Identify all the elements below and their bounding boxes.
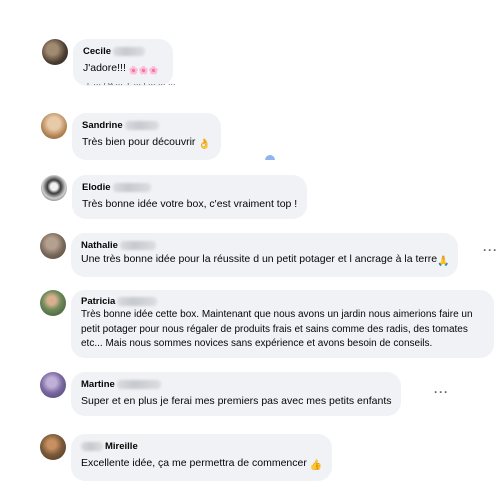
- redacted-name: [124, 121, 159, 130]
- comment-text: Super et en plus je ferai mes premiers p…: [81, 395, 392, 407]
- avatar[interactable]: [40, 233, 66, 259]
- comment-item: Cecile J'adore!!! 🌸🌸🌸: [42, 39, 173, 86]
- comment-bubble: Sandrine Très bien pour découvrir 👌: [72, 113, 221, 160]
- comment-text: Très bien pour découvrir 👌: [82, 135, 211, 153]
- comment-bubble: Martine Super et en plus je ferai mes pr…: [71, 372, 402, 416]
- redacted-name: [113, 47, 145, 56]
- commenter-name[interactable]: Sandrine: [82, 120, 123, 131]
- comment-text: Excellente idée, ça me permettra de comm…: [81, 456, 322, 474]
- comment-item: Sandrine Très bien pour découvrir 👌: [41, 113, 221, 160]
- comment-text: Très bonne idée votre box, c'est vraimen…: [82, 198, 298, 210]
- commenter-name[interactable]: Martine: [81, 379, 115, 390]
- comment-item: Mireille Excellente idée, ça me permettr…: [40, 434, 333, 481]
- comment-bubble: Elodie Très bonne idée votre box, c'est …: [72, 175, 308, 219]
- thumbs-up-emoji-icon: 👍: [309, 460, 323, 471]
- comment-bubble: Mireille Excellente idée, ça me permettr…: [71, 434, 333, 481]
- comments-thread: Cecile J'adore!!! 🌸🌸🌸 Y ... l a ... Y ..…: [0, 0, 500, 500]
- avatar[interactable]: [40, 372, 66, 398]
- loading-indicator-icon: [265, 155, 275, 160]
- avatar[interactable]: [42, 39, 68, 65]
- avatar[interactable]: [40, 434, 66, 460]
- comment-item: Elodie Très bonne idée votre box, c'est …: [41, 175, 308, 219]
- avatar[interactable]: [41, 113, 67, 139]
- redacted-name: [117, 297, 158, 306]
- comment-bubble: Cecile J'adore!!! 🌸🌸🌸: [73, 39, 173, 86]
- comment-bubble: Nathalie Une très bonne idée pour la réu…: [71, 233, 458, 277]
- comment-text: Une très bonne idée pour la réussite d u…: [81, 252, 450, 270]
- commenter-name[interactable]: Nathalie: [81, 240, 118, 251]
- commenter-name[interactable]: Cecile: [83, 46, 111, 57]
- comment-item: Nathalie Une très bonne idée pour la réu…: [40, 233, 458, 277]
- comment-item: Patricia Très bonne idée cette box. Main…: [40, 290, 494, 358]
- ok-hand-emoji-icon: 👌: [198, 139, 211, 150]
- redacted-name: [119, 241, 156, 250]
- flower-emoji-icon: 🌸🌸🌸: [128, 66, 159, 75]
- commenter-name[interactable]: Patricia: [81, 296, 115, 307]
- avatar[interactable]: [40, 290, 66, 316]
- commenter-name[interactable]: Elodie: [82, 182, 111, 193]
- comment-text: Très bonne idée cette box. Maintenant qu…: [81, 309, 473, 349]
- praying-hands-emoji-icon: 🙏: [437, 256, 450, 267]
- redacted-name: [81, 442, 103, 451]
- truncated-reply-text: Y ... l a ... Y ... l ... ... ...: [85, 83, 215, 87]
- more-options-icon[interactable]: ···: [434, 385, 449, 399]
- redacted-name: [112, 183, 151, 192]
- comment-bubble: Patricia Très bonne idée cette box. Main…: [71, 290, 494, 358]
- avatar[interactable]: [41, 175, 67, 201]
- commenter-name[interactable]: Mireille: [105, 441, 138, 452]
- comment-text: J'adore!!! 🌸🌸🌸: [83, 61, 159, 79]
- comment-item: Martine Super et en plus je ferai mes pr…: [40, 372, 402, 416]
- redacted-name: [116, 380, 161, 389]
- more-options-icon[interactable]: ···: [483, 243, 498, 257]
